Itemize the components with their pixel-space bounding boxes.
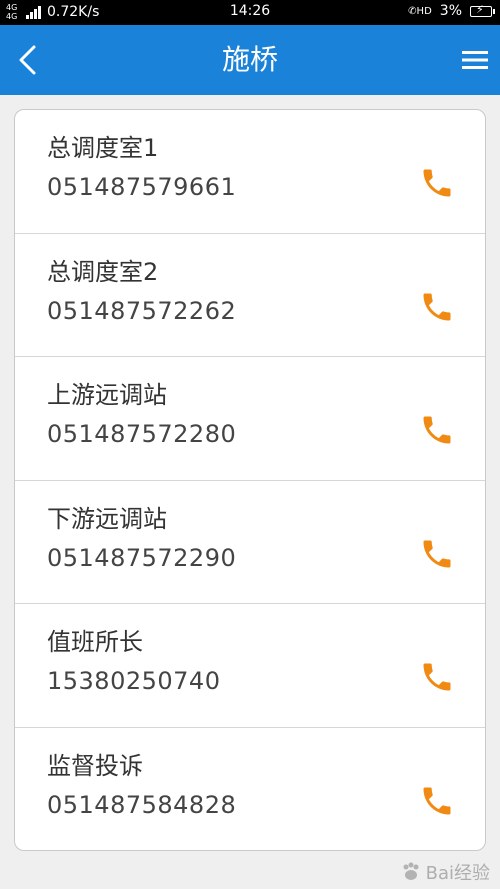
contact-name: 下游远调站	[47, 504, 167, 533]
contact-phone: 15380250740	[47, 667, 221, 695]
page-title: 施桥	[221, 43, 278, 76]
battery-icon: ⚡	[470, 3, 495, 17]
phone-call-icon[interactable]	[419, 783, 455, 819]
contact-name: 监督投诉	[47, 751, 143, 780]
status-right: ✆HD 3% ⚡	[408, 3, 495, 19]
contact-list: 总调度室1 051487579661 总调度室2 051487572262 上游…	[14, 109, 486, 851]
contact-phone: 051487579661	[47, 173, 237, 201]
contact-row[interactable]: 总调度室2 051487572262	[15, 234, 485, 357]
contact-row[interactable]: 监督投诉 051487584828	[15, 728, 485, 851]
paw-logo-icon	[403, 862, 419, 880]
contact-name: 上游远调站	[47, 381, 167, 409]
contact-name: 值班所长	[47, 628, 143, 656]
hamburger-menu-icon[interactable]	[460, 46, 490, 74]
contact-phone: 051487584828	[47, 790, 237, 819]
contact-phone: 051487572290	[47, 543, 237, 572]
contact-row[interactable]: 下游远调站 051487572290	[15, 481, 485, 604]
phone-call-icon[interactable]	[419, 536, 455, 572]
contact-name: 总调度室2	[47, 257, 159, 286]
contact-phone: 051487572262	[47, 296, 237, 325]
watermark-text: Bai经验	[425, 863, 490, 884]
contact-name: 总调度室1	[47, 134, 159, 162]
watermark: Bai经验	[400, 859, 490, 885]
status-bar: 4G 4G 0.72K/s 14:26 ✆HD 3% ⚡	[0, 0, 500, 25]
contact-phone: 051487572280	[47, 420, 237, 448]
contact-row[interactable]: 总调度室1 051487579661	[15, 110, 485, 234]
contact-row[interactable]: 值班所长 15380250740	[15, 604, 485, 728]
phone-call-icon[interactable]	[419, 289, 455, 325]
app-bar: 施桥	[0, 25, 500, 95]
battery-percent: 3%	[439, 3, 462, 19]
phone-hd-icon: ✆HD	[408, 5, 432, 17]
phone-call-icon[interactable]	[419, 659, 455, 695]
phone-call-icon[interactable]	[419, 165, 455, 201]
contact-row[interactable]: 上游远调站 051487572280	[15, 357, 485, 481]
phone-call-icon[interactable]	[419, 412, 455, 448]
hd-label: HD	[416, 5, 432, 17]
